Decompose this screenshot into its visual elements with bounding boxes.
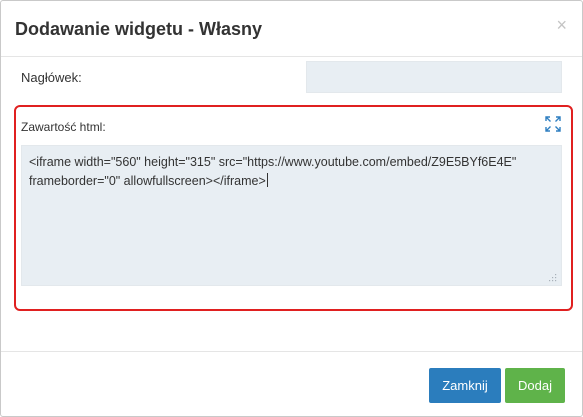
html-content-line-2: frameborder="0" allowfullscreen></iframe… [29,172,554,191]
header-input[interactable] [306,61,562,93]
html-content-label: Zawartość html: [21,120,106,134]
close-icon[interactable]: × [556,16,567,34]
html-content-line-1: <iframe width="560" height="315" src="ht… [29,155,517,169]
add-button[interactable]: Dodaj [505,368,565,403]
widget-dialog: Dodawanie widgetu - Własny × Nagłówek: Z… [0,0,583,417]
dialog-title: Dodawanie widgetu - Własny [15,19,263,39]
footer-divider [1,351,582,352]
dialog-header: Dodawanie widgetu - Własny × [1,1,582,57]
header-field-label: Nagłówek: [21,70,82,85]
html-content-line-2-text: frameborder="0" allowfullscreen></iframe… [29,174,266,188]
html-content-textarea[interactable]: <iframe width="560" height="315" src="ht… [21,145,562,286]
text-caret [266,173,268,187]
close-button[interactable]: Zamknij [429,368,501,403]
expand-icon[interactable] [545,116,561,132]
resize-grip-icon[interactable] [549,274,557,282]
